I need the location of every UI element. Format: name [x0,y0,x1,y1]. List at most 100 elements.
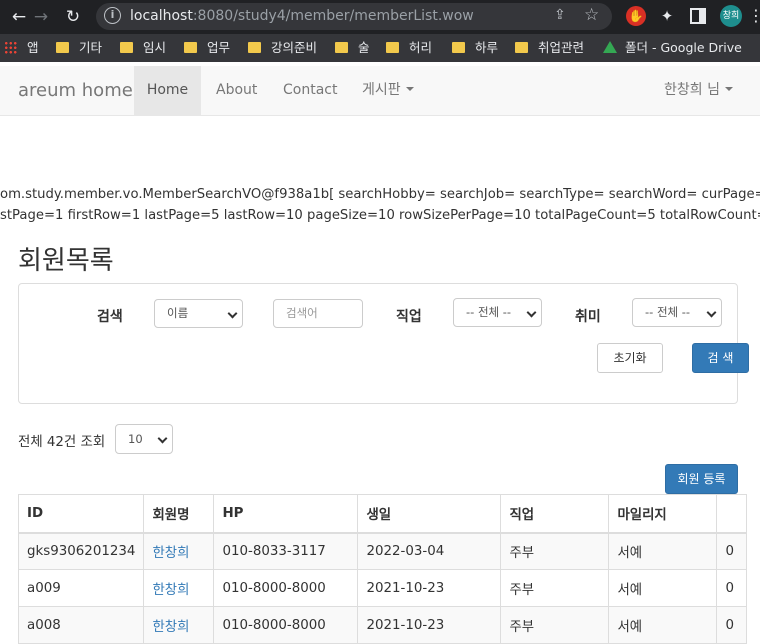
search-word-input[interactable]: 검색어 [273,299,363,328]
share-icon[interactable]: ⇪ [554,7,566,23]
column-header-birthday: 생일 [357,494,502,534]
cell-mileage: 0 [716,569,748,607]
hobby-label: 취미 [575,309,601,325]
nav-contact[interactable]: Contact [283,66,337,115]
search-type-select[interactable]: 이름 [154,299,243,328]
address-bar[interactable]: i localhost:8080/study4/member/memberLis… [96,3,612,30]
bookmark-apps[interactable]: 앱 [4,38,39,58]
cell-name: 한창희 [143,606,215,644]
cell-hp: 010-8000-8000 [213,569,359,607]
bookmark-folder[interactable]: 하루 [452,38,498,58]
nav-board-dropdown[interactable]: 게시판 [362,66,414,115]
chevron-down-icon [526,307,537,318]
site-navbar: areum home Home About Contact 게시판 한창희 님 [0,66,760,116]
column-header-name: 회원명 [143,494,215,534]
rows-per-page-select[interactable]: 10 [115,424,173,454]
folder-icon [515,42,528,53]
folder-icon [248,42,261,53]
folder-icon [120,42,133,53]
bookmark-label: 취업관련 [538,40,585,55]
job-select-value: -- 전체 -- [466,305,512,319]
table-row: a009 한창희 010-8000-8000 2021-10-23 주부 서예 … [17,569,748,607]
chevron-down-icon [706,307,717,318]
bookmark-label: 강의준비 [271,40,318,55]
cell-mileage: 0 [716,606,748,644]
cell-birthday: 2021-10-23 [357,606,502,644]
caret-down-icon [405,87,414,91]
nav-about[interactable]: About [216,66,257,115]
cell-job: 주부 [500,569,610,607]
page-title: 회원목록 [18,246,114,276]
folder-icon [184,42,197,53]
forward-icon[interactable]: → [30,6,52,28]
column-header-hp: HP [213,494,359,534]
cell-name: 한창희 [143,569,215,607]
job-label: 직업 [396,309,422,325]
column-header-mileage: 마일리지 [608,494,718,534]
reload-icon[interactable]: ↻ [62,6,84,28]
side-panel-icon[interactable] [688,6,708,26]
back-icon[interactable]: ← [8,6,30,28]
cell-hobby: 서예 [608,532,718,570]
url-host: localhost [130,8,193,24]
profile-avatar[interactable]: 창희 [720,5,742,27]
folder-icon [452,42,465,53]
rows-per-page-value: 10 [128,432,143,446]
bookmark-folder[interactable]: 임시 [120,38,166,58]
bookmark-folder[interactable]: 허리 [386,38,432,58]
folder-icon [56,42,69,53]
bookmark-star-icon[interactable]: ☆ [584,5,599,25]
apps-grid-icon [4,41,17,54]
bookmark-folder[interactable]: 기타 [56,38,102,58]
cell-job: 주부 [500,606,610,644]
nav-home[interactable]: Home [134,66,201,115]
bookmark-label: 허리 [409,40,433,55]
bookmark-folder[interactable]: 강의준비 [248,38,317,58]
bookmarks-bar: 앱 기타 임시 업무 강의준비 술 허리 하루 취업관련 폴더 - Google… [0,34,760,62]
total-count-text: 전체 42건 조회 [18,435,106,450]
nav-user-dropdown[interactable]: 한창희 님 [664,66,733,115]
cell-id: a008 [17,606,145,644]
bookmark-folder[interactable]: 취업관련 [515,38,584,58]
bookmark-label: 폴더 - Google Drive [625,40,742,55]
reset-button[interactable]: 초기화 [597,343,663,373]
member-name-link[interactable]: 한창희 [152,620,189,635]
bookmark-folder[interactable]: 업무 [184,38,230,58]
table-row: gks9306201234 한창희 010-8033-3117 2022-03-… [17,532,748,570]
extensions-puzzle-icon[interactable]: ✦ [657,6,677,26]
bookmark-google-drive[interactable]: 폴더 - Google Drive [603,38,742,58]
cell-hp: 010-8033-3117 [213,532,359,570]
table-header-row: ID 회원명 HP 생일 직업 마일리지 [17,494,748,534]
nav-user-label: 한창희 님 [664,82,720,98]
search-button[interactable]: 검 색 [692,343,749,373]
site-info-icon[interactable]: i [104,7,121,24]
bookmark-label: 술 [358,40,370,55]
hobby-select[interactable]: -- 전체 -- [632,298,722,327]
cell-hp: 010-8000-8000 [213,606,359,644]
member-name-link[interactable]: 한창희 [152,546,189,561]
column-header-job: 직업 [500,494,610,534]
cell-id: gks9306201234 [17,532,145,570]
cell-mileage: 0 [716,532,748,570]
cell-id: a009 [17,569,145,607]
browser-menu-icon[interactable]: ⋮ [748,6,760,25]
adblock-extension-icon[interactable]: ✋ [626,6,646,26]
brand-link[interactable]: areum home [18,80,133,101]
bookmark-apps-label: 앱 [27,40,39,55]
cell-hobby: 서예 [608,569,718,607]
member-name-link[interactable]: 한창희 [152,583,189,598]
caret-down-icon [724,87,733,91]
cell-job: 주부 [500,532,610,570]
column-header-extra [716,494,748,534]
chevron-down-icon [227,308,238,319]
cell-name: 한창희 [143,532,215,570]
cell-birthday: 2022-03-04 [357,532,502,570]
bookmark-folder[interactable]: 술 [335,38,370,58]
register-member-button[interactable]: 회원 등록 [665,464,738,494]
job-select[interactable]: -- 전체 -- [453,298,542,327]
url-text: localhost:8080/study4/member/memberList.… [130,8,474,24]
browser-toolbar: ← → ↻ i localhost:8080/study4/member/mem… [0,0,760,34]
debug-text-line: stPage=1 firstRow=1 lastPage=5 lastRow=1… [0,208,760,223]
bookmark-label: 임시 [143,40,167,55]
nav-board-label: 게시판 [362,82,401,98]
